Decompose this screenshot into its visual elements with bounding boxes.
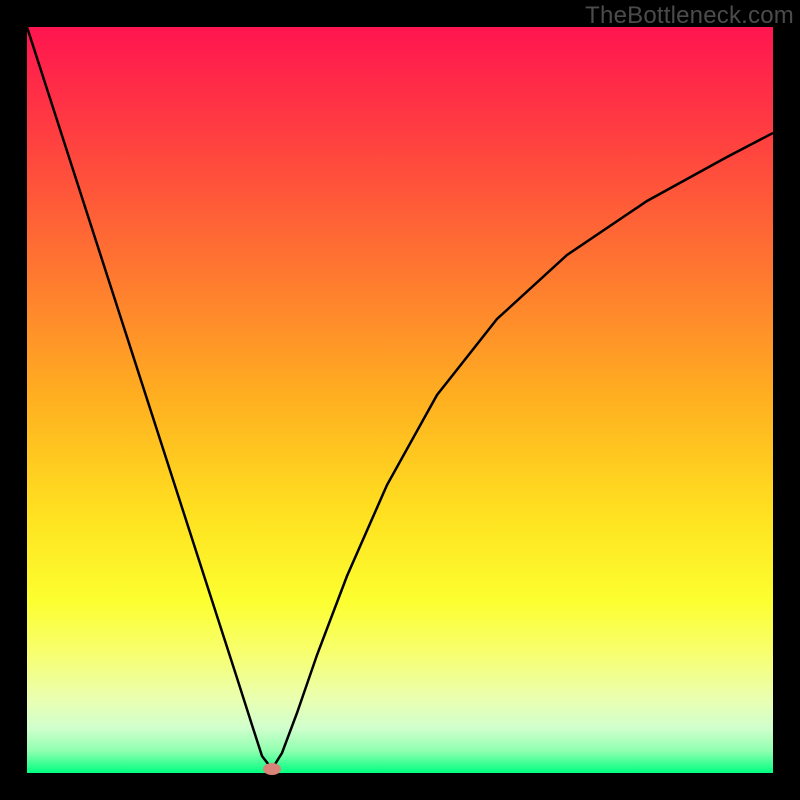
bottleneck-min-marker (263, 763, 281, 775)
bottleneck-curve-path (27, 27, 773, 769)
chart-frame (27, 27, 773, 773)
bottleneck-curve (27, 27, 773, 773)
watermark-text: TheBottleneck.com (585, 2, 794, 30)
